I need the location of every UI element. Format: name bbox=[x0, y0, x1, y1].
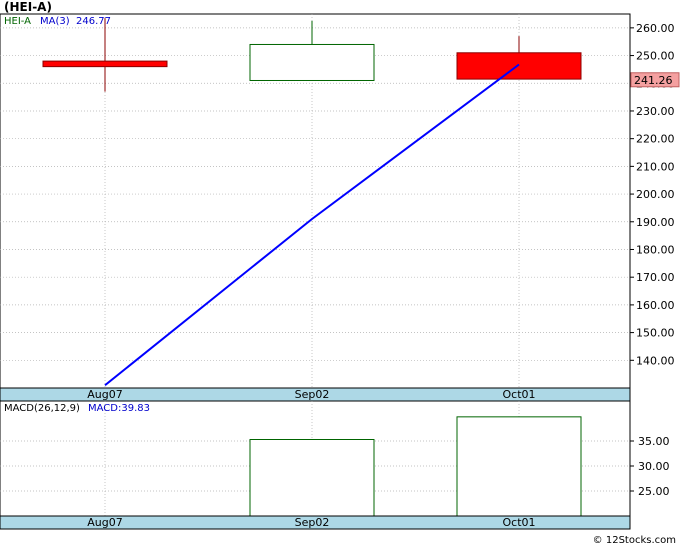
macd-y-tick-label: 25.00 bbox=[638, 485, 670, 498]
legend-ma-label: MA(3) bbox=[40, 16, 70, 27]
legend-symbol: HEI-A bbox=[4, 16, 31, 27]
macd-y-axis: 25.00 30.00 35.00 bbox=[630, 435, 670, 498]
candle-body bbox=[249, 43, 375, 81]
macd-bar bbox=[249, 439, 375, 517]
credit-text: © 12Stocks.com bbox=[593, 535, 676, 546]
price-y-tick-label: 200.00 bbox=[636, 188, 675, 201]
macd-x-tick-label: Sep02 bbox=[295, 516, 330, 529]
price-y-tick-label: 220.00 bbox=[636, 133, 675, 146]
chart-title: (HEI-A) bbox=[4, 0, 52, 14]
price-y-tick-label: 230.00 bbox=[636, 105, 675, 118]
stock-chart: (HEI-A) 140.00 150.00 160.00 170.00 180.00 19… bbox=[0, 0, 680, 546]
price-x-tick-label: Sep02 bbox=[295, 388, 330, 401]
last-price-label: 241.26 bbox=[634, 74, 673, 87]
price-y-tick-label: 260.00 bbox=[636, 22, 675, 35]
price-y-tick-label: 160.00 bbox=[636, 299, 675, 312]
price-x-tick-label: Oct01 bbox=[502, 388, 535, 401]
price-y-tick-label: 170.00 bbox=[636, 271, 675, 284]
macd-x-tick-label: Oct01 bbox=[502, 516, 535, 529]
price-y-tick-label: 210.00 bbox=[636, 160, 675, 173]
legend-ma-value: 246.77 bbox=[76, 16, 111, 27]
price-x-tick-label: Aug07 bbox=[87, 388, 122, 401]
macd-y-tick-label: 30.00 bbox=[638, 460, 670, 473]
price-y-tick-label: 180.00 bbox=[636, 243, 675, 256]
macd-title: MACD(26,12,9) bbox=[4, 403, 80, 414]
price-y-tick-label: 250.00 bbox=[636, 50, 675, 63]
price-y-tick-label: 140.00 bbox=[636, 354, 675, 367]
macd-value-label: MACD:39.83 bbox=[88, 403, 150, 414]
price-y-tick-label: 150.00 bbox=[636, 327, 675, 340]
macd-x-tick-label: Aug07 bbox=[87, 516, 122, 529]
candle-body bbox=[456, 52, 582, 80]
price-y-tick-label: 190.00 bbox=[636, 216, 675, 229]
macd-bar bbox=[456, 416, 582, 517]
macd-y-tick-label: 35.00 bbox=[638, 435, 670, 448]
candle-body bbox=[42, 60, 168, 68]
